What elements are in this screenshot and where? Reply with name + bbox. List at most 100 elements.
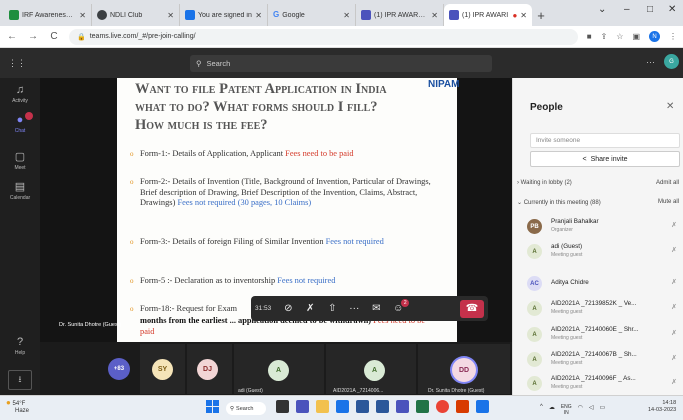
- participant-list-item[interactable]: PB Pranjali Bahalkar Organizer ✗: [527, 217, 677, 237]
- rail-calendar[interactable]: ▤ Calendar: [0, 180, 40, 201]
- video-icon: ▢: [14, 151, 26, 163]
- minimize-icon[interactable]: –: [624, 4, 630, 15]
- camera-icon[interactable]: ■: [587, 32, 592, 41]
- leave-call-button[interactable]: ☎: [460, 299, 484, 318]
- mail-icon[interactable]: [476, 400, 489, 413]
- lobby-section[interactable]: › Waiting in lobby (2) Admit all: [517, 180, 679, 186]
- current-section[interactable]: ⌄ Currently in this meeting (88) Mute all: [517, 199, 679, 206]
- teams-icon: [361, 10, 371, 20]
- word-icon[interactable]: [376, 400, 389, 413]
- share-icon[interactable]: ⇪: [601, 32, 608, 41]
- share-icon: <: [582, 155, 587, 163]
- participant-list-item[interactable]: A adi (Guest) Meeting guest ✗: [527, 242, 677, 262]
- volume-icon[interactable]: ◁: [589, 404, 594, 416]
- system-tray: ^ ☁ ENG IN ◠ ◁ ▭: [540, 404, 605, 416]
- participant-name: Dr. Sunita Dhotre (Guest): [428, 388, 485, 394]
- mic-off-icon: ✗: [671, 279, 677, 286]
- grid-icon[interactable]: ⋮⋮: [8, 58, 26, 69]
- participant-list-item[interactable]: A AID2021A _72140096F _ As... Meeting gu…: [527, 374, 677, 394]
- camera-off-icon[interactable]: ⊘: [281, 303, 295, 314]
- browser-tab[interactable]: IRF Awareness - G ✕: [4, 4, 92, 26]
- avatar: A: [527, 327, 542, 342]
- new-tab-button[interactable]: +: [532, 4, 550, 26]
- back-icon[interactable]: ←: [6, 31, 18, 42]
- more-actions-icon[interactable]: ···: [347, 303, 361, 314]
- language-indicator[interactable]: ENG IN: [561, 404, 572, 416]
- maximize-icon[interactable]: □: [647, 4, 653, 15]
- participant-list-item[interactable]: AC Aditya Chidre ✗: [527, 274, 677, 294]
- file-explorer-icon[interactable]: [316, 400, 329, 413]
- browser-tab[interactable]: NDLI Club ✕: [92, 4, 180, 26]
- battery-icon[interactable]: ▭: [600, 404, 606, 416]
- task-view-icon[interactable]: [276, 400, 289, 413]
- bell-icon: ♫: [15, 84, 25, 96]
- profile-avatar-icon[interactable]: N: [649, 31, 660, 42]
- rail-help[interactable]: ? Help: [0, 336, 40, 356]
- user-avatar[interactable]: G: [664, 54, 679, 69]
- sidebar-icon[interactable]: ▣: [632, 32, 640, 41]
- close-tab-icon[interactable]: ✕: [520, 11, 527, 20]
- teams-icon[interactable]: [396, 400, 409, 413]
- mic-off-icon: ✗: [671, 379, 677, 386]
- close-tab-icon[interactable]: ✕: [79, 11, 86, 20]
- browser-tab[interactable]: You are signed in ✕: [180, 4, 268, 26]
- forward-icon[interactable]: →: [27, 31, 39, 42]
- rail-chat[interactable]: ● Chat: [0, 114, 40, 134]
- powerpoint-icon[interactable]: [456, 400, 469, 413]
- url-field[interactable]: 🔒 teams.live.com/_#/pre-join-calling/: [69, 28, 578, 45]
- slide-bullet: Form-5 :- Declaration as to inventorship…: [130, 276, 435, 287]
- tab-search-icon[interactable]: ⌄: [598, 4, 606, 15]
- close-tab-icon[interactable]: ✕: [167, 11, 174, 20]
- more-participants-avatar[interactable]: +83: [108, 358, 130, 380]
- admit-all-button[interactable]: Admit all: [656, 180, 679, 186]
- search-icon: ⚲: [230, 405, 235, 412]
- teams-chat-icon[interactable]: [296, 400, 309, 413]
- rail-meet[interactable]: ▢ Meet: [0, 150, 40, 171]
- share-screen-icon[interactable]: ⇧: [325, 303, 339, 314]
- reload-icon[interactable]: C: [48, 31, 60, 42]
- close-tab-icon[interactable]: ✕: [255, 11, 262, 20]
- avatar: PB: [527, 219, 542, 234]
- slide-bullet: Form-2:- Details of Invention (Title, Ba…: [130, 177, 435, 209]
- avatar: DD: [452, 358, 476, 382]
- share-invite-button[interactable]: < Share invite: [530, 151, 680, 167]
- close-tab-icon[interactable]: ✕: [431, 11, 438, 20]
- close-icon[interactable]: ✕: [666, 101, 674, 112]
- call-controls: 31:53 ⊘ ✗ ⇧ ··· ✉ ☺ 2 ☎: [251, 296, 488, 321]
- chrome-icon[interactable]: [436, 400, 449, 413]
- close-window-icon[interactable]: ✕: [668, 4, 676, 15]
- taskbar-search[interactable]: ⚲ Search: [226, 402, 266, 415]
- search-input[interactable]: ⚲ Search: [190, 55, 492, 72]
- chevron-up-icon[interactable]: ^: [540, 404, 543, 416]
- download-icon[interactable]: ⭳: [8, 370, 32, 390]
- mute-all-button[interactable]: Mute all: [658, 199, 679, 206]
- wifi-icon[interactable]: ◠: [578, 404, 583, 416]
- menu-icon[interactable]: ⋮: [669, 32, 677, 41]
- panel-title: People: [530, 102, 563, 113]
- browser-tab[interactable]: (1) IPR AWARENE ✕: [356, 4, 444, 26]
- participant-list-item[interactable]: A AID2021A _72140067B _ Sh... Meeting gu…: [527, 350, 677, 370]
- browser-tab-active[interactable]: (1) IPR AWARI ● ✕: [444, 4, 532, 26]
- windows-start-icon[interactable]: [206, 400, 219, 413]
- more-options-icon[interactable]: ···: [646, 57, 655, 67]
- close-tab-icon[interactable]: ✕: [343, 11, 350, 20]
- bookmark-star-icon[interactable]: ☆: [616, 32, 623, 41]
- mic-off-icon: ✗: [671, 355, 677, 362]
- people-icon[interactable]: ☺ 2: [391, 299, 410, 314]
- mic-off-icon[interactable]: ✗: [303, 303, 317, 314]
- chat-icon[interactable]: ✉: [369, 303, 383, 314]
- nipam-logo: NIPAM: [428, 79, 460, 90]
- store-icon[interactable]: [356, 400, 369, 413]
- browser-tab[interactable]: G Google ✕: [268, 4, 356, 26]
- help-icon: ?: [16, 336, 24, 348]
- participant-list-item[interactable]: A AID2021A _72140060E _ Shr... Meeting g…: [527, 325, 677, 345]
- clock[interactable]: 14:18 14-03-2023: [648, 400, 676, 414]
- excel-icon[interactable]: [416, 400, 429, 413]
- participant-list-item[interactable]: A AID2021A _72139852K _ Ve... Meeting gu…: [527, 299, 677, 319]
- weather-widget[interactable]: ● 54°F Haze: [6, 399, 29, 415]
- edge-icon[interactable]: [336, 400, 349, 413]
- rail-activity[interactable]: ♫ Activity: [0, 84, 40, 104]
- invite-input[interactable]: Invite someone: [530, 133, 680, 148]
- onedrive-icon[interactable]: ☁: [549, 404, 555, 416]
- chevron-down-icon: ⌄: [517, 200, 524, 206]
